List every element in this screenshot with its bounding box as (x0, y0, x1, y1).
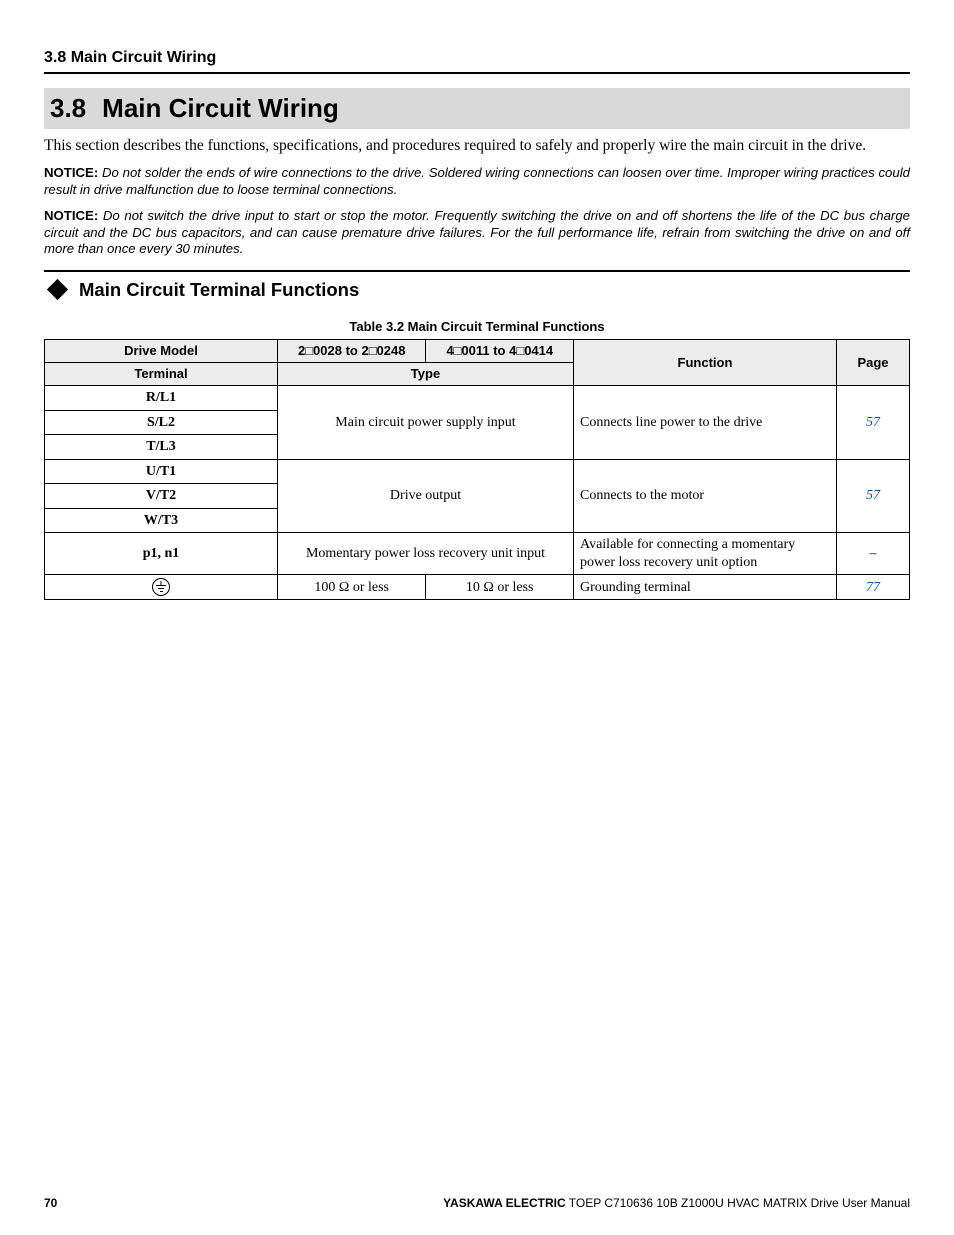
ground-icon (152, 578, 170, 596)
cell-type: 100 Ω or less (278, 575, 426, 600)
cell-terminal: S/L2 (45, 410, 278, 435)
cell-terminal: W/T3 (45, 508, 278, 533)
cell-terminal: p1, n1 (45, 533, 278, 575)
cell-terminal: T/L3 (45, 435, 278, 460)
notice-2-text: Do not switch the drive input to start o… (44, 208, 910, 256)
page-header-section-label: 3.8 Main Circuit Wiring (44, 48, 910, 74)
th-page: Page (837, 339, 910, 386)
th-model-b: 4□0011 to 4□0414 (426, 339, 574, 362)
cell-type: Main circuit power supply input (278, 386, 574, 460)
cell-terminal-ground (45, 575, 278, 600)
cell-type: Momentary power loss recovery unit input (278, 533, 574, 575)
intro-paragraph: This section describes the functions, sp… (44, 137, 910, 156)
table-row: 100 Ω or less 10 Ω or less Grounding ter… (45, 575, 910, 600)
table-header-row: Drive Model 2□0028 to 2□0248 4□0011 to 4… (45, 339, 910, 362)
cell-terminal: U/T1 (45, 459, 278, 484)
diamond-icon (47, 279, 68, 300)
notice-1: NOTICE: Do not solder the ends of wire c… (44, 165, 910, 198)
cell-terminal: V/T2 (45, 484, 278, 509)
table-caption: Table 3.2 Main Circuit Terminal Function… (44, 319, 910, 335)
table-row: R/L1 Main circuit power supply input Con… (45, 386, 910, 411)
footer-page-number: 70 (44, 1196, 57, 1211)
cell-function: Available for connecting a momentary pow… (574, 533, 837, 575)
table-row: p1, n1 Momentary power loss recovery uni… (45, 533, 910, 575)
footer-brand: YASKAWA ELECTRIC (443, 1196, 565, 1210)
cell-page: – (837, 533, 910, 575)
table-row: U/T1 Drive output Connects to the motor … (45, 459, 910, 484)
cell-type: Drive output (278, 459, 574, 533)
footer-manual-ref: YASKAWA ELECTRIC TOEP C710636 10B Z1000U… (443, 1196, 910, 1211)
th-drive-model: Drive Model (45, 339, 278, 362)
cell-function: Grounding terminal (574, 575, 837, 600)
sub-heading: Main Circuit Terminal Functions (44, 278, 910, 301)
notice-2: NOTICE: Do not switch the drive input to… (44, 208, 910, 258)
th-type: Type (278, 363, 574, 386)
cell-function: Connects to the motor (574, 459, 837, 533)
cell-type: 10 Ω or less (426, 575, 574, 600)
th-function: Function (574, 339, 837, 386)
cell-terminal: R/L1 (45, 386, 278, 411)
notice-label: NOTICE: (44, 165, 98, 180)
section-number: 3.8 (50, 92, 86, 125)
cell-page-link[interactable]: 57 (837, 386, 910, 460)
cell-page-link[interactable]: 77 (837, 575, 910, 600)
th-model-a: 2□0028 to 2□0248 (278, 339, 426, 362)
cell-page-link[interactable]: 57 (837, 459, 910, 533)
section-title: 3.8 Main Circuit Wiring (44, 88, 910, 129)
notice-label: NOTICE: (44, 208, 98, 223)
terminal-functions-table: Drive Model 2□0028 to 2□0248 4□0011 to 4… (44, 339, 910, 601)
footer-manual-title: TOEP C710636 10B Z1000U HVAC MATRIX Driv… (566, 1196, 910, 1210)
section-title-text: Main Circuit Wiring (102, 93, 339, 123)
sub-heading-text: Main Circuit Terminal Functions (79, 278, 359, 301)
cell-function: Connects line power to the drive (574, 386, 837, 460)
divider (44, 270, 910, 272)
page-footer: 70 YASKAWA ELECTRIC TOEP C710636 10B Z10… (44, 1196, 910, 1211)
notice-1-text: Do not solder the ends of wire connectio… (44, 165, 910, 197)
th-terminal: Terminal (45, 363, 278, 386)
